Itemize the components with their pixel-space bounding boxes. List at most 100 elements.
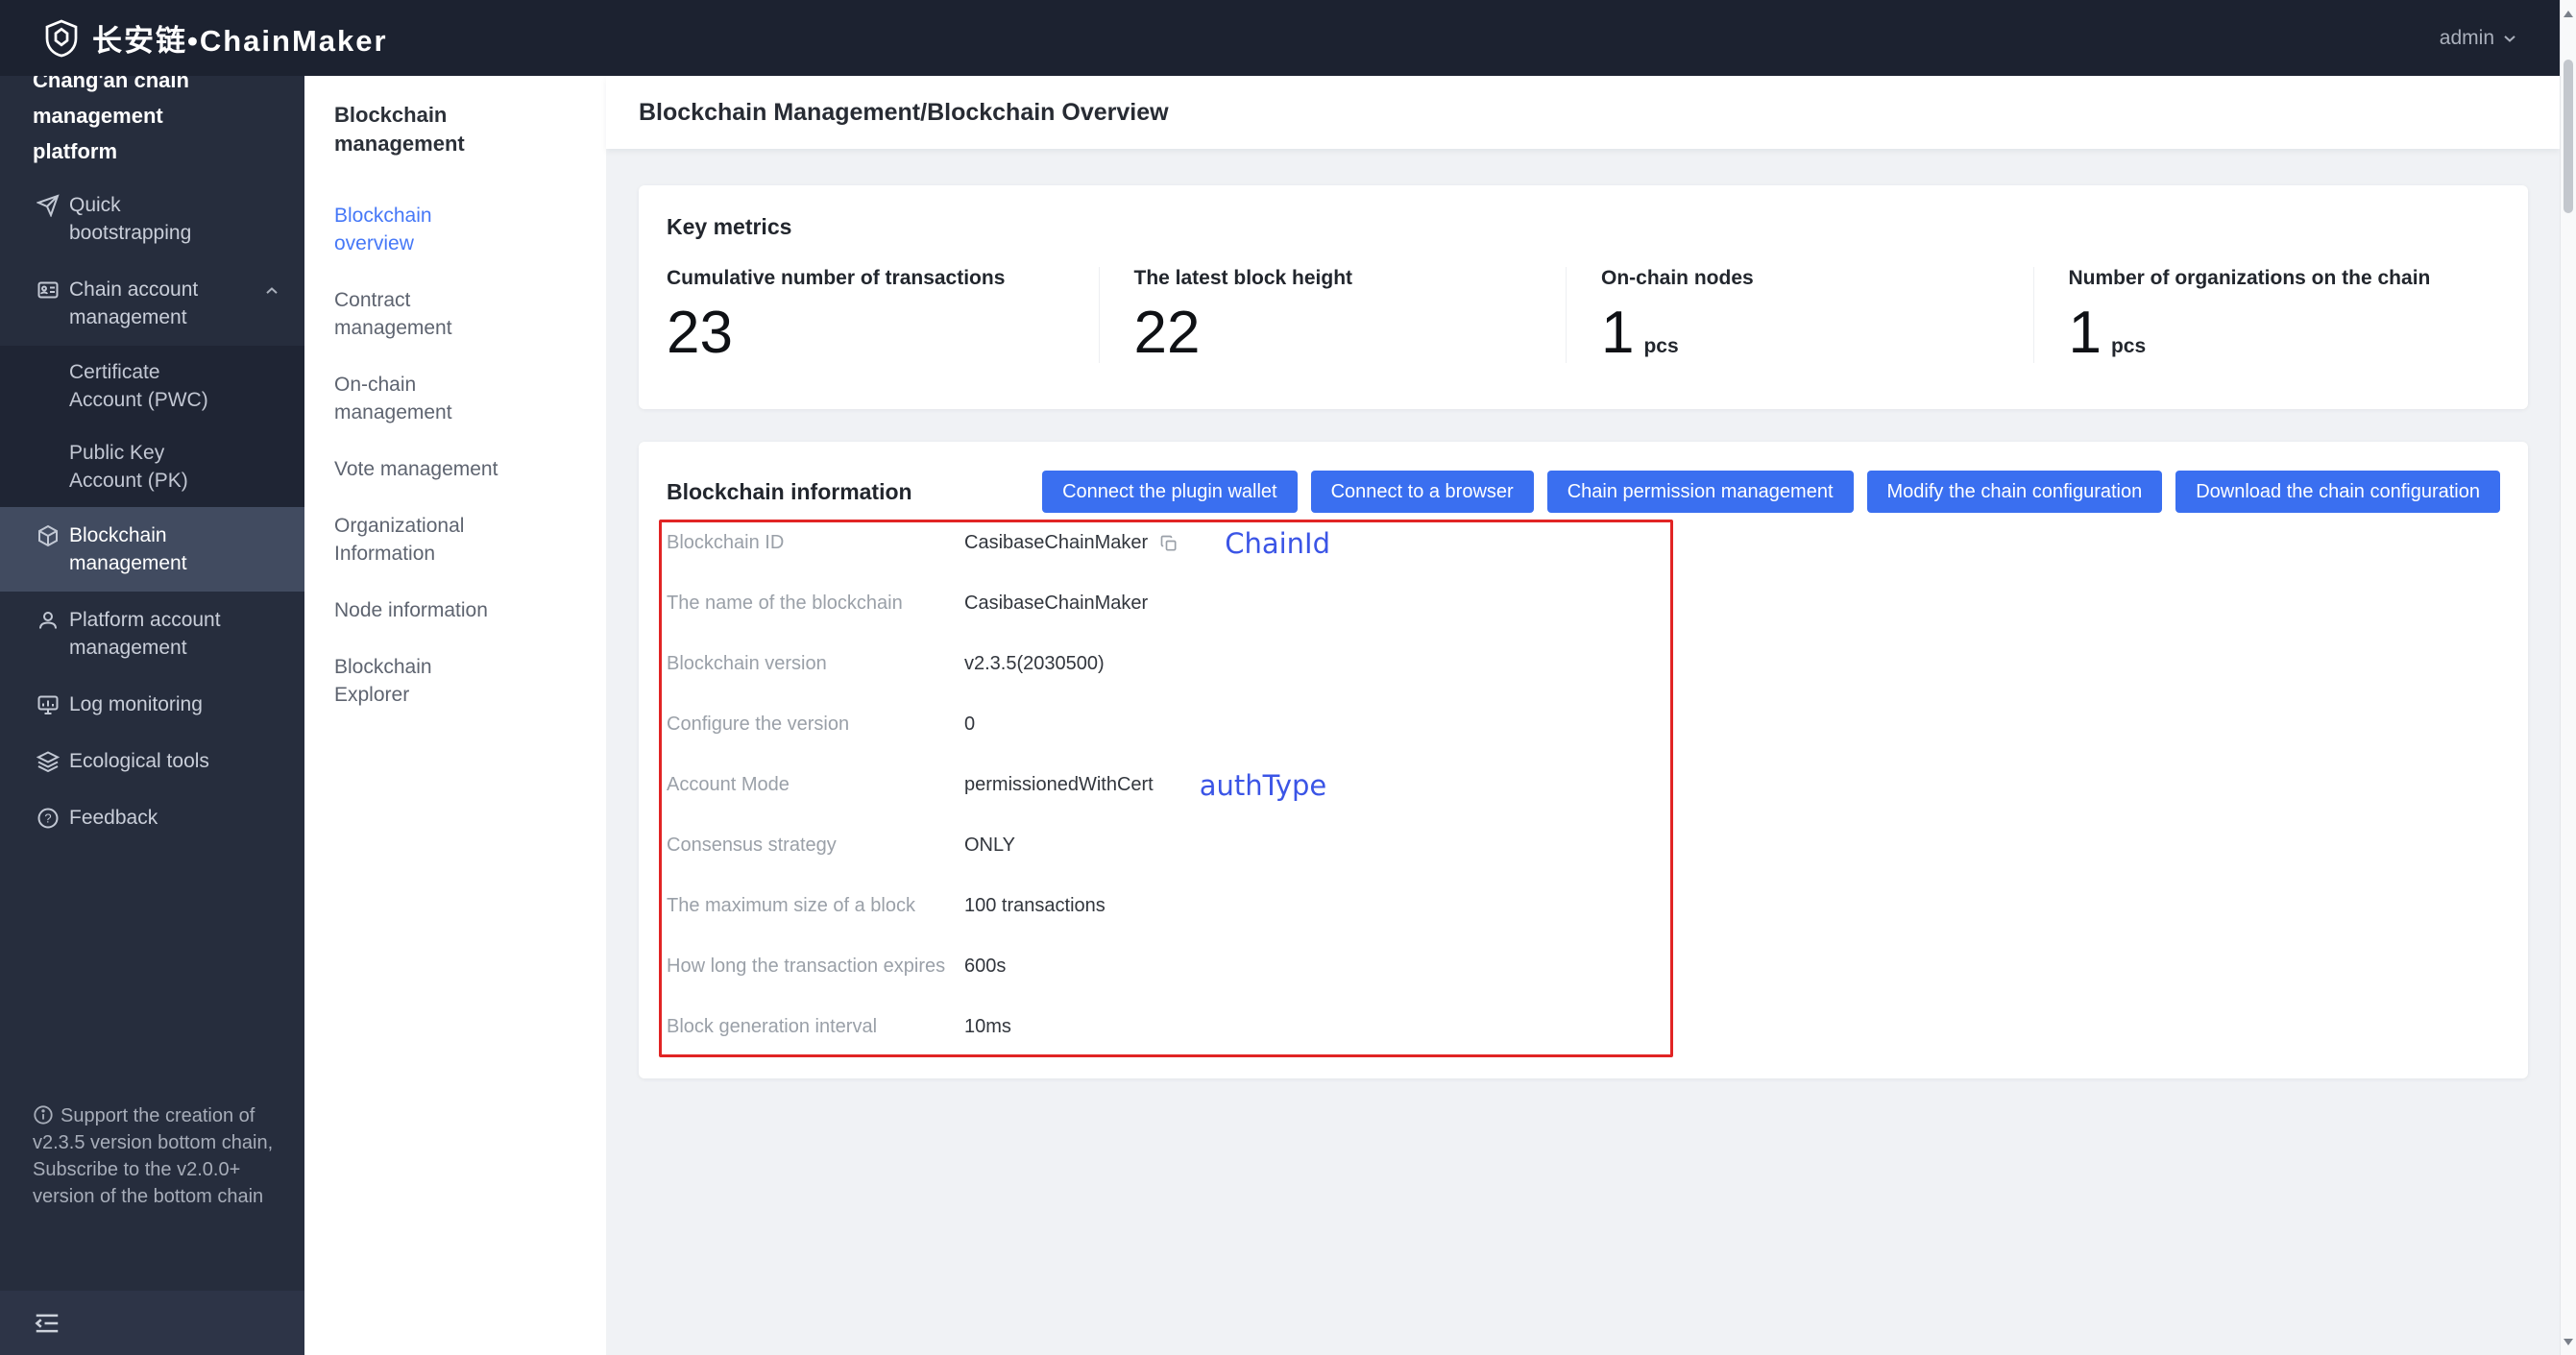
submenu-item-contract-management[interactable]: Contract management [304, 272, 606, 356]
submenu-header: Blockchain management [334, 103, 465, 156]
main: Blockchain Management/Blockchain Overvie… [606, 76, 2560, 1355]
metric-value: 22 [1133, 300, 1201, 366]
info-value: 100 transactions [964, 895, 1106, 916]
download-chain-configuration-button[interactable]: Download the chain configuration [2175, 471, 2500, 513]
submenu-item-vote-management[interactable]: Vote management [304, 441, 606, 497]
key-metrics-card: Key metrics Cumulative number of transac… [639, 185, 2528, 409]
page-scrollbar [2560, 0, 2576, 1355]
sidebar-item-feedback[interactable]: ? Feedback [0, 789, 304, 846]
info-label: The name of the blockchain [667, 593, 903, 614]
sidebar-item-public-key-account-pk[interactable]: Public Key Account (PK) [0, 426, 304, 507]
metric-label: Cumulative number of transactions [667, 267, 1006, 289]
sidebar-item-label: Certificate Account (PWC) [69, 361, 208, 411]
sidebar-item-certificate-account-pwc[interactable]: Certificate Account (PWC) [0, 346, 304, 426]
blockchain-id-value: CasibaseChainMaker [964, 532, 1149, 553]
info-row-configure-version: Configure the version 0 [667, 694, 2500, 755]
monitor-chart-icon [36, 693, 60, 716]
user-icon [36, 609, 60, 632]
metric-unit: pcs [1643, 335, 1679, 357]
submenu-item-label: Blockchain Explorer [334, 656, 432, 706]
connect-plugin-wallet-button[interactable]: Connect the plugin wallet [1042, 471, 1298, 513]
logo-text: 长安链•ChainMaker [92, 24, 388, 58]
info-value: ONLY [964, 835, 1015, 856]
content: Key metrics Cumulative number of transac… [606, 149, 2560, 1355]
blockchain-information-header: Blockchain information Connect the plugi… [667, 471, 2500, 513]
sidebar-item-log-monitoring[interactable]: Log monitoring [0, 676, 304, 733]
info-label: Account Mode [667, 774, 790, 795]
sidebar-item-chain-account-management[interactable]: Chain account management [0, 261, 304, 346]
info-value: 10ms [964, 1016, 1011, 1037]
info-row-blockchain-name: The name of the blockchain CasibaseChain… [667, 573, 2500, 634]
sidebar-item-label: Chain account management [69, 278, 199, 328]
submenu-item-blockchain-explorer[interactable]: Blockchain Explorer [304, 639, 606, 723]
submenu-item-label: Contract management [334, 289, 452, 339]
info-label: Consensus strategy [667, 835, 837, 856]
scrollbar-up-arrow[interactable] [2561, 0, 2576, 27]
submenu-item-label: Vote management [334, 458, 498, 480]
sidebar-footnote-text: Support the creation of v2.3.5 version b… [33, 1105, 274, 1207]
info-value: CasibaseChainMaker [964, 593, 1149, 614]
info-label: How long the transaction expires [667, 956, 946, 977]
annotation-authtype: authType [1199, 768, 1327, 802]
body-row: Chang'an chain management platform Quick… [0, 68, 2560, 1355]
metric-organizations-on-chain: Number of organizations on the chain 1 p… [2032, 267, 2501, 366]
sidebar-footnote: Support the creation of v2.3.5 version b… [0, 1102, 304, 1210]
platform-title: Chang'an chain management platform [33, 68, 189, 163]
info-row-max-block-size: The maximum size of a block 100 transact… [667, 876, 2500, 936]
sidebar-item-label: Log monitoring [69, 693, 203, 715]
blockchain-info-rows: Blockchain ID CasibaseChainMaker ChainId… [659, 513, 2500, 1057]
submenu-item-label: Organizational Information [334, 515, 465, 565]
submenu-item-blockchain-overview[interactable]: Blockchain overview [304, 187, 606, 272]
logo: 长安链•ChainMaker [44, 16, 388, 60]
collapse-sidebar-icon[interactable] [33, 1309, 61, 1338]
info-label: Configure the version [667, 714, 850, 735]
metric-on-chain-nodes: On-chain nodes 1 pcs [1566, 267, 2033, 363]
sidebar-item-label: Blockchain management [69, 524, 187, 574]
info-value: 600s [964, 956, 1007, 977]
sidebar-bottombar [0, 1291, 304, 1355]
metric-value: 1 [2068, 300, 2102, 366]
info-row-account-mode: Account Mode permissionedWithCert authTy… [667, 755, 2500, 815]
metric-cumulative-transactions: Cumulative number of transactions 23 [667, 267, 1099, 363]
sidebar-item-label: Public Key Account (PK) [69, 442, 188, 492]
modify-chain-configuration-button[interactable]: Modify the chain configuration [1866, 471, 2163, 513]
sidebar: Chang'an chain management platform Quick… [0, 68, 304, 1355]
shield-logo-icon [44, 19, 79, 58]
sidebar-item-label: Quick bootstrapping [69, 194, 192, 244]
info-row-block-generation-interval: Block generation interval 10ms [667, 997, 2500, 1057]
topbar: 长安链•ChainMaker admin [0, 0, 2560, 76]
info-label: Blockchain ID [667, 532, 785, 553]
info-value: CasibaseChainMaker ChainId [964, 527, 1330, 560]
submenu-item-node-information[interactable]: Node information [304, 582, 606, 639]
submenu: Blockchain management Blockchain overvie… [304, 76, 606, 1355]
metric-unit: pcs [2110, 335, 2147, 357]
user-menu[interactable]: admin [2440, 27, 2519, 50]
metric-latest-block-height: The latest block height 22 [1098, 267, 1567, 366]
key-metrics-title: Key metrics [667, 214, 792, 239]
info-value: v2.3.5(2030500) [964, 653, 1105, 674]
rocket-icon [36, 194, 60, 218]
info-label: Block generation interval [667, 1016, 878, 1037]
blockchain-information-title: Blockchain information [667, 478, 912, 504]
connect-browser-button[interactable]: Connect to a browser [1310, 471, 1534, 513]
copy-icon[interactable] [1159, 534, 1179, 553]
sidebar-submenu-chain-account: Certificate Account (PWC) Public Key Acc… [0, 346, 304, 507]
metric-value: 1 [1601, 300, 1635, 366]
sidebar-item-blockchain-management[interactable]: Blockchain management [0, 507, 304, 592]
submenu-item-label: Node information [334, 599, 488, 621]
submenu-item-on-chain-management[interactable]: On-chain management [304, 356, 606, 441]
submenu-item-organizational-information[interactable]: Organizational Information [304, 497, 606, 582]
sidebar-item-platform-account-management[interactable]: Platform account management [0, 592, 304, 676]
question-icon: ? [36, 807, 60, 830]
chain-permission-management-button[interactable]: Chain permission management [1546, 471, 1854, 513]
info-label: Blockchain version [667, 653, 827, 674]
scrollbar-thumb[interactable] [2564, 60, 2573, 213]
sidebar-item-ecological-tools[interactable]: Ecological tools [0, 733, 304, 789]
cube-icon [36, 524, 60, 547]
info-row-blockchain-id: Blockchain ID CasibaseChainMaker ChainId [667, 513, 2500, 573]
layers-icon [36, 750, 61, 773]
breadcrumb: Blockchain Management/Blockchain Overvie… [606, 76, 2560, 149]
sidebar-item-quick-bootstrapping[interactable]: Quick bootstrapping [0, 177, 304, 261]
scrollbar-down-arrow[interactable] [2561, 1328, 2576, 1355]
submenu-item-label: Blockchain overview [334, 205, 432, 254]
